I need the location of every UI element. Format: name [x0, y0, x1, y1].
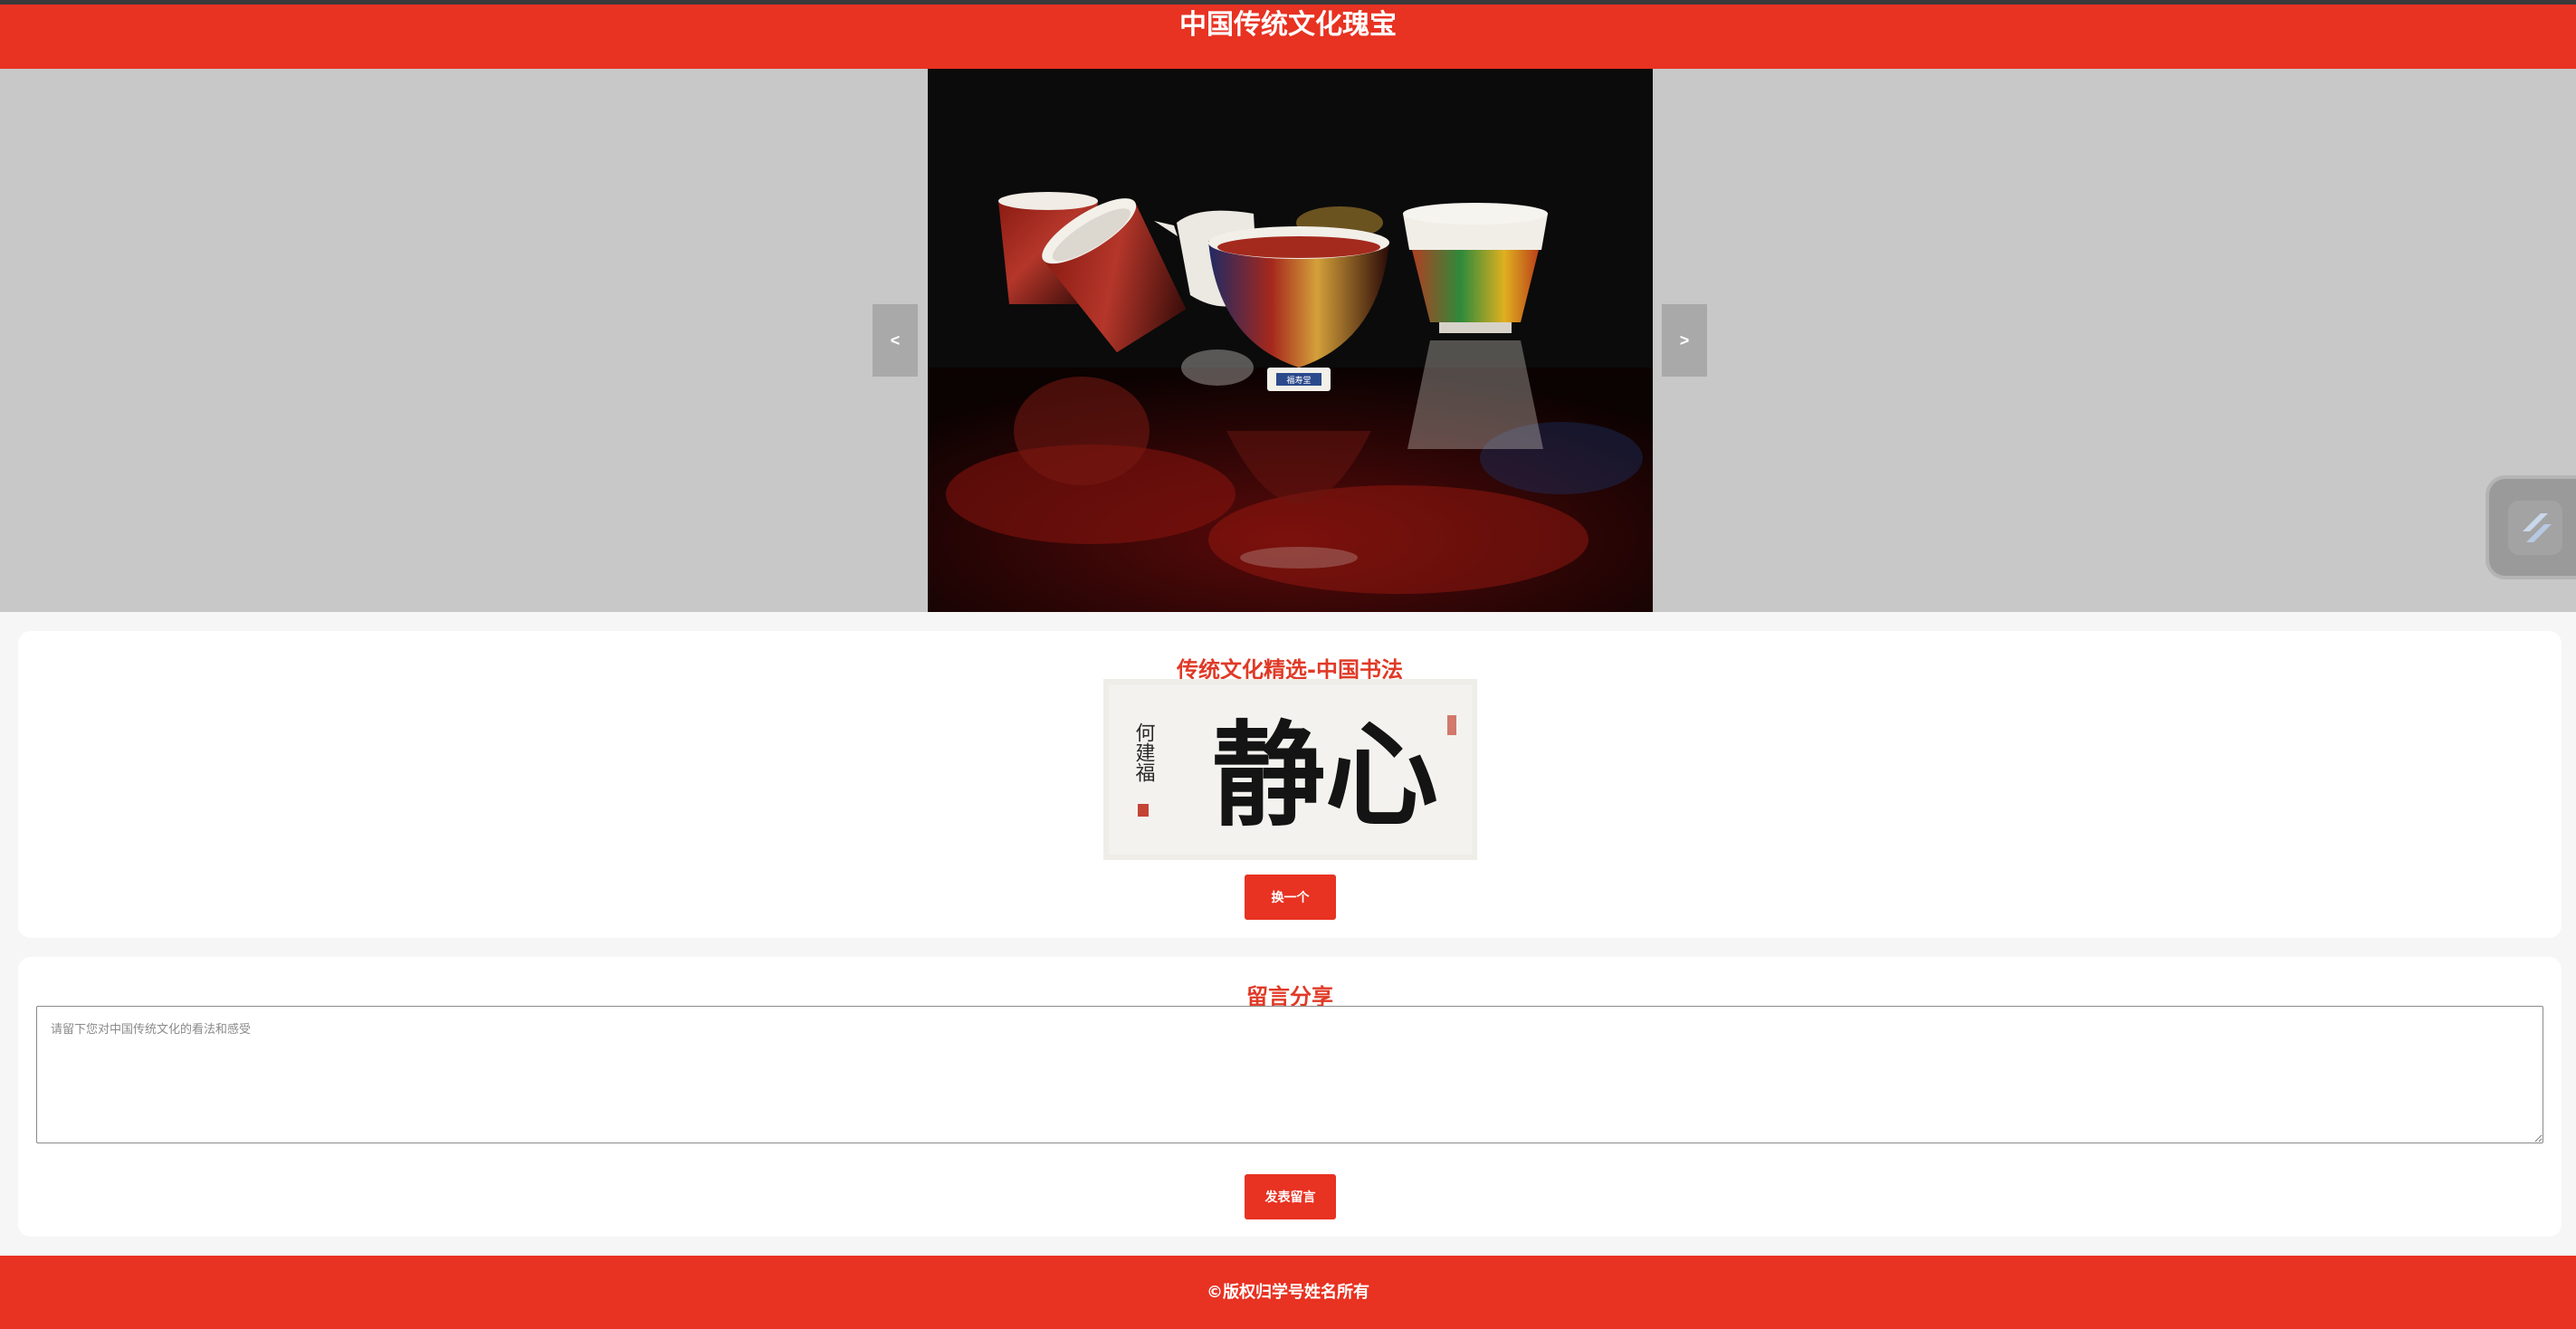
comment-textarea[interactable] — [36, 1006, 2543, 1143]
carousel-prev-button[interactable]: < — [873, 304, 918, 377]
carousel-slide: 福寿堂 — [928, 69, 1653, 612]
porcelain-cups-photo: 福寿堂 — [928, 69, 1653, 612]
comment-card: 留言分享 发表留言 — [18, 957, 2562, 1237]
calligraphy-main-text: 静心 — [1212, 710, 1438, 842]
cup-seal-text: 福寿堂 — [1286, 375, 1311, 386]
site-title: 中国传统文化瑰宝 — [1179, 9, 1397, 41]
calligraphy-signature: 何建福 — [1132, 722, 1156, 782]
image-carousel: 福寿堂 < > — [0, 69, 2576, 612]
floating-assistant-widget[interactable] — [2485, 475, 2576, 579]
slash-app-icon — [2508, 500, 2562, 555]
site-header: 中国传统文化瑰宝 — [0, 5, 2576, 69]
calligraphy-card: 传统文化精选-中国书法 静心 何建福 换一个 — [18, 631, 2562, 938]
calligraphy-artwork: 静心 何建福 — [1103, 679, 1477, 860]
post-comment-button[interactable]: 发表留言 — [1245, 1174, 1336, 1219]
carousel-next-button[interactable]: > — [1662, 304, 1707, 377]
change-calligraphy-button[interactable]: 换一个 — [1245, 875, 1336, 920]
copyright-text: ©版权归学号姓名所有 — [1207, 1283, 1369, 1302]
site-footer: ©版权归学号姓名所有 — [0, 1256, 2576, 1329]
